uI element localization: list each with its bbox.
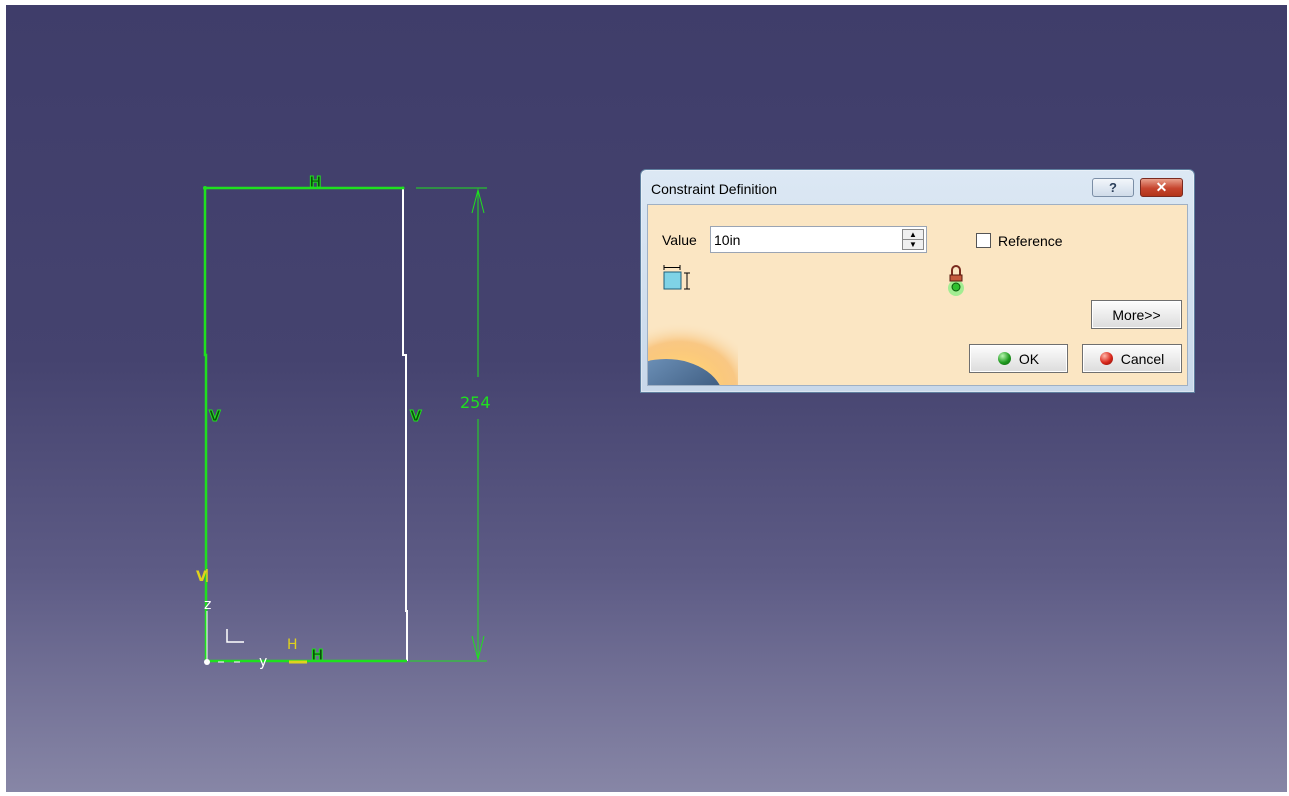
close-icon: ✕ xyxy=(1155,179,1168,195)
axis-h-direction-label: H xyxy=(287,637,298,653)
dimension-constraint-icon xyxy=(663,265,690,290)
ok-status-icon xyxy=(997,352,1011,365)
ok-button-label: OK xyxy=(1018,350,1040,367)
axis-y-label: y xyxy=(259,654,267,670)
reference-checkbox[interactable] xyxy=(976,233,991,248)
help-button[interactable]: ? xyxy=(1092,178,1134,197)
close-button[interactable]: ✕ xyxy=(1140,178,1183,197)
sketch-corner-point[interactable] xyxy=(401,186,405,190)
sketch-canvas[interactable]: 254 H V V H V H z y xyxy=(6,5,1287,792)
reference-label[interactable]: Reference xyxy=(998,233,1063,249)
more-button-label: More>> xyxy=(1112,306,1161,323)
value-field[interactable]: ▲ ▼ xyxy=(710,226,927,253)
constraint-definition-dialog[interactable]: Constraint Definition ? ✕ Value 10in ▲ ▼… xyxy=(640,169,1195,393)
value-spinner[interactable]: ▲ ▼ xyxy=(902,229,924,250)
horizontal-constraint-bottom[interactable]: H xyxy=(311,646,325,665)
ok-button[interactable]: OK xyxy=(969,344,1068,373)
cancel-button[interactable]: Cancel xyxy=(1082,344,1182,373)
dialog-body: Value ▲ ▼ xyxy=(647,204,1188,386)
sketch-left-line[interactable] xyxy=(203,188,208,661)
more-button[interactable]: More>> xyxy=(1091,300,1182,329)
value-input[interactable] xyxy=(711,227,902,252)
cancel-button-label: Cancel xyxy=(1120,350,1165,367)
axis-v-direction-label: V xyxy=(196,569,207,585)
dialog-title: Constraint Definition xyxy=(651,181,778,197)
axis-corner-icon xyxy=(226,629,244,643)
vertical-constraint-left[interactable]: V xyxy=(209,407,222,426)
horizontal-constraint-top[interactable]: H xyxy=(309,173,323,192)
dimension-value[interactable]: 254 xyxy=(460,393,491,412)
value-label: Value xyxy=(662,232,697,248)
sketch-corner-point[interactable] xyxy=(203,186,207,190)
3d-viewport[interactable]: 254 H V V H V H z y Constraint Definitio… xyxy=(6,5,1287,792)
sketch-right-line[interactable] xyxy=(402,188,408,661)
spin-down-icon[interactable]: ▼ xyxy=(903,239,923,249)
lock-icon[interactable] xyxy=(945,263,967,297)
help-icon: ? xyxy=(1109,180,1117,195)
spin-up-icon[interactable]: ▲ xyxy=(903,230,923,239)
vertical-constraint-right[interactable]: V xyxy=(410,407,423,426)
axis-z-label: z xyxy=(204,597,211,613)
cancel-status-icon xyxy=(1099,352,1113,365)
